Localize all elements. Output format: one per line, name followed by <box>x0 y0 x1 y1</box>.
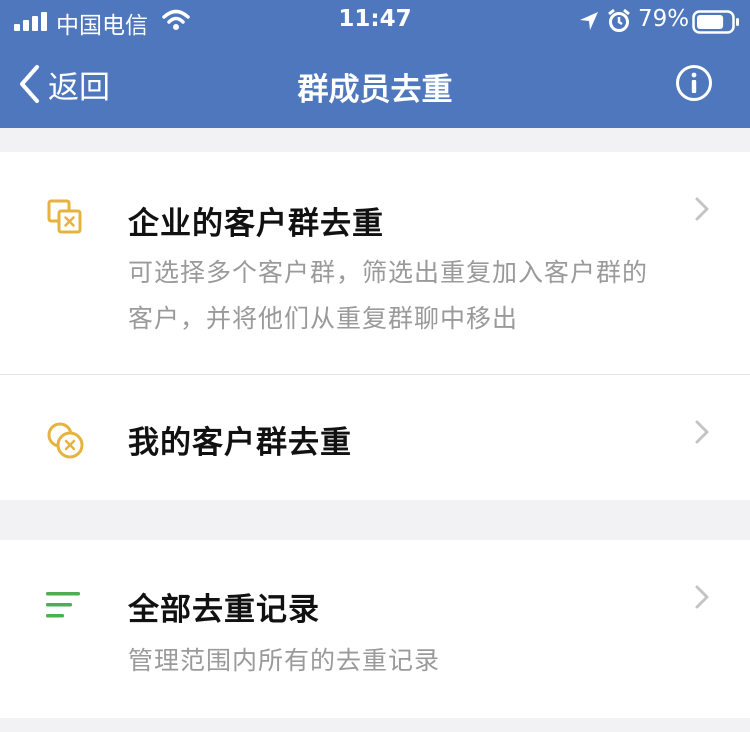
all-dedup-records-row[interactable]: 全部去重记录 管理范围内所有的去重记录 <box>0 540 750 718</box>
info-icon[interactable] <box>675 64 713 102</box>
top-bar: 中国电信 11:47 79% 返回 群成员去重 <box>0 0 750 128</box>
battery-icon <box>692 10 739 34</box>
chevron-right-icon <box>695 585 709 609</box>
chevron-right-icon <box>695 197 709 221</box>
enterprise-group-dedup-row[interactable]: 企业的客户群去重 可选择多个客户群，筛选出重复加入客户群的客户，并将他们从重复群… <box>0 152 750 374</box>
overlap-circles-icon <box>47 422 84 459</box>
page-title: 群成员去重 <box>297 72 453 108</box>
row-title: 全部去重记录 <box>128 592 320 628</box>
dedup-options-card: 企业的客户群去重 可选择多个客户群，筛选出重复加入客户群的客户，并将他们从重复群… <box>0 152 750 500</box>
location-arrow-icon <box>580 12 598 30</box>
records-card: 全部去重记录 管理范围内所有的去重记录 <box>0 540 750 718</box>
row-description: 可选择多个客户群，筛选出重复加入客户群的客户，并将他们从重复群聊中移出 <box>128 258 649 333</box>
battery-percent: 79% <box>638 6 690 32</box>
alarm-clock-icon <box>608 8 630 32</box>
overlap-squares-icon <box>47 199 82 234</box>
status-bar: 中国电信 11:47 79% <box>0 0 750 44</box>
my-group-dedup-row[interactable]: 我的客户群去重 <box>0 375 750 500</box>
row-description: 管理范围内所有的去重记录 <box>128 646 441 675</box>
row-title: 企业的客户群去重 <box>128 206 384 242</box>
navigation-bar: 返回 群成员去重 <box>0 44 750 128</box>
list-lines-icon <box>46 592 80 618</box>
chevron-right-icon <box>695 420 709 444</box>
row-title: 我的客户群去重 <box>128 425 352 461</box>
